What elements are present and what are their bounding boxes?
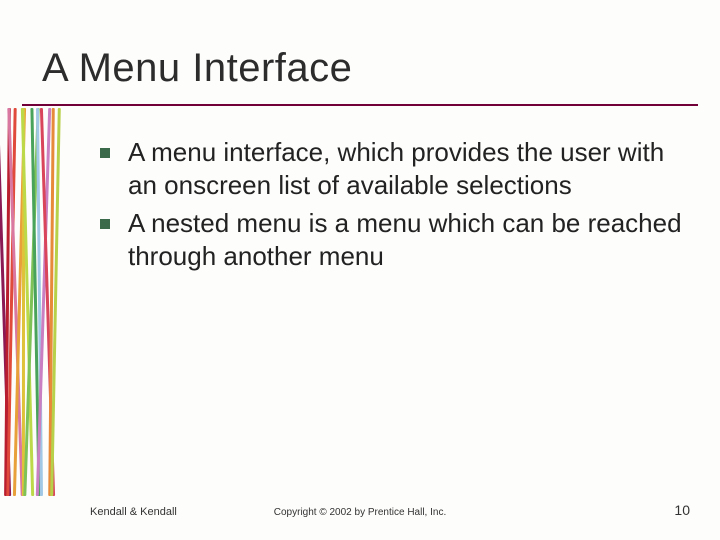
side-decoration — [0, 108, 64, 496]
footer-copyright: Copyright © 2002 by Prentice Hall, Inc. — [0, 507, 720, 518]
list-item: A menu interface, which provides the use… — [100, 136, 690, 203]
bullet-text: A nested menu is a menu which can be rea… — [128, 207, 690, 274]
title-underline — [22, 104, 698, 106]
bullet-text: A menu interface, which provides the use… — [128, 136, 690, 203]
body-content: A menu interface, which provides the use… — [100, 136, 690, 277]
footer: Kendall & Kendall Copyright © 2002 by Pr… — [0, 498, 720, 518]
page-number: 10 — [674, 502, 690, 518]
square-bullet-icon — [100, 219, 110, 229]
square-bullet-icon — [100, 148, 110, 158]
page-title: A Menu Interface — [42, 46, 352, 91]
list-item: A nested menu is a menu which can be rea… — [100, 207, 690, 274]
slide: A Menu Interface A menu interface, which… — [0, 0, 720, 540]
